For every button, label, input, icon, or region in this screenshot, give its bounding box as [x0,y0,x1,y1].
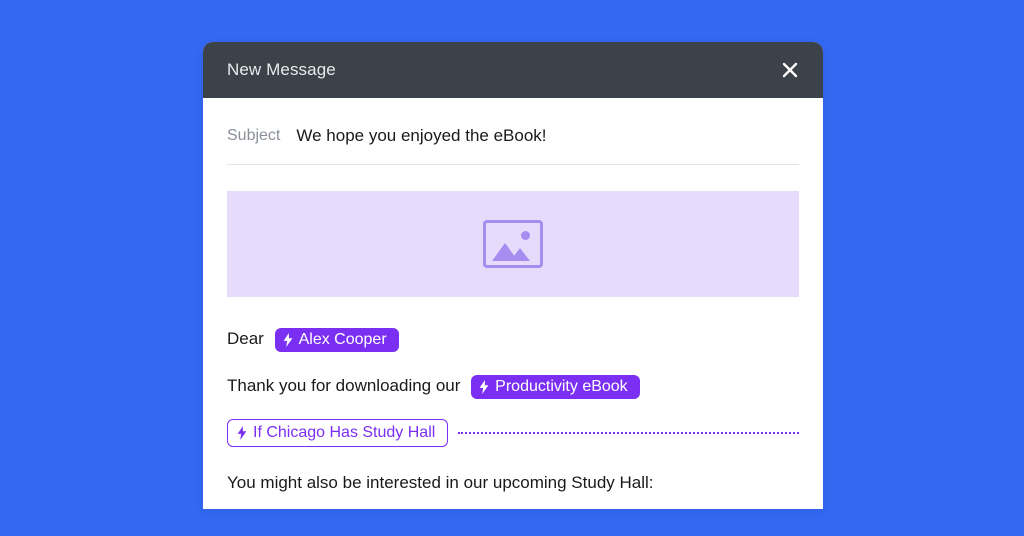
image-placeholder[interactable] [227,191,799,297]
followup-text: You might also be interested in our upco… [227,473,654,492]
compose-content: Subject Dear Alex Cooper [203,98,823,509]
chip-label: Productivity eBook [495,379,628,395]
close-icon [782,62,798,78]
thanks-text: Thank you for downloading our [227,376,460,395]
chip-label: If Chicago Has Study Hall [253,425,435,441]
bolt-icon [237,426,247,440]
subject-row: Subject [227,120,799,165]
titlebar: New Message [203,42,823,98]
window-title: New Message [227,60,336,80]
bolt-icon [479,380,489,394]
subject-label: Subject [227,127,280,145]
greeting-text: Dear [227,329,264,348]
thanks-line: Thank you for downloading our Productivi… [227,372,799,399]
close-button[interactable] [779,59,801,81]
greeting-line: Dear Alex Cooper [227,325,799,352]
image-icon [483,220,543,268]
recipient-variable-chip[interactable]: Alex Cooper [275,328,399,352]
followup-line: You might also be interested in our upco… [227,469,799,508]
bolt-icon [283,333,293,347]
condition-row: If Chicago Has Study Hall [227,419,799,447]
condition-chip[interactable]: If Chicago Has Study Hall [227,419,448,447]
compose-window: New Message Subject [203,42,823,509]
chip-label: Alex Cooper [299,332,387,348]
condition-divider [458,432,799,434]
product-variable-chip[interactable]: Productivity eBook [471,375,640,399]
app-stage: New Message Subject [0,0,1024,536]
subject-input[interactable] [296,126,799,146]
email-body-editor[interactable]: Dear Alex Cooper Thank you for downloadi… [227,325,799,509]
